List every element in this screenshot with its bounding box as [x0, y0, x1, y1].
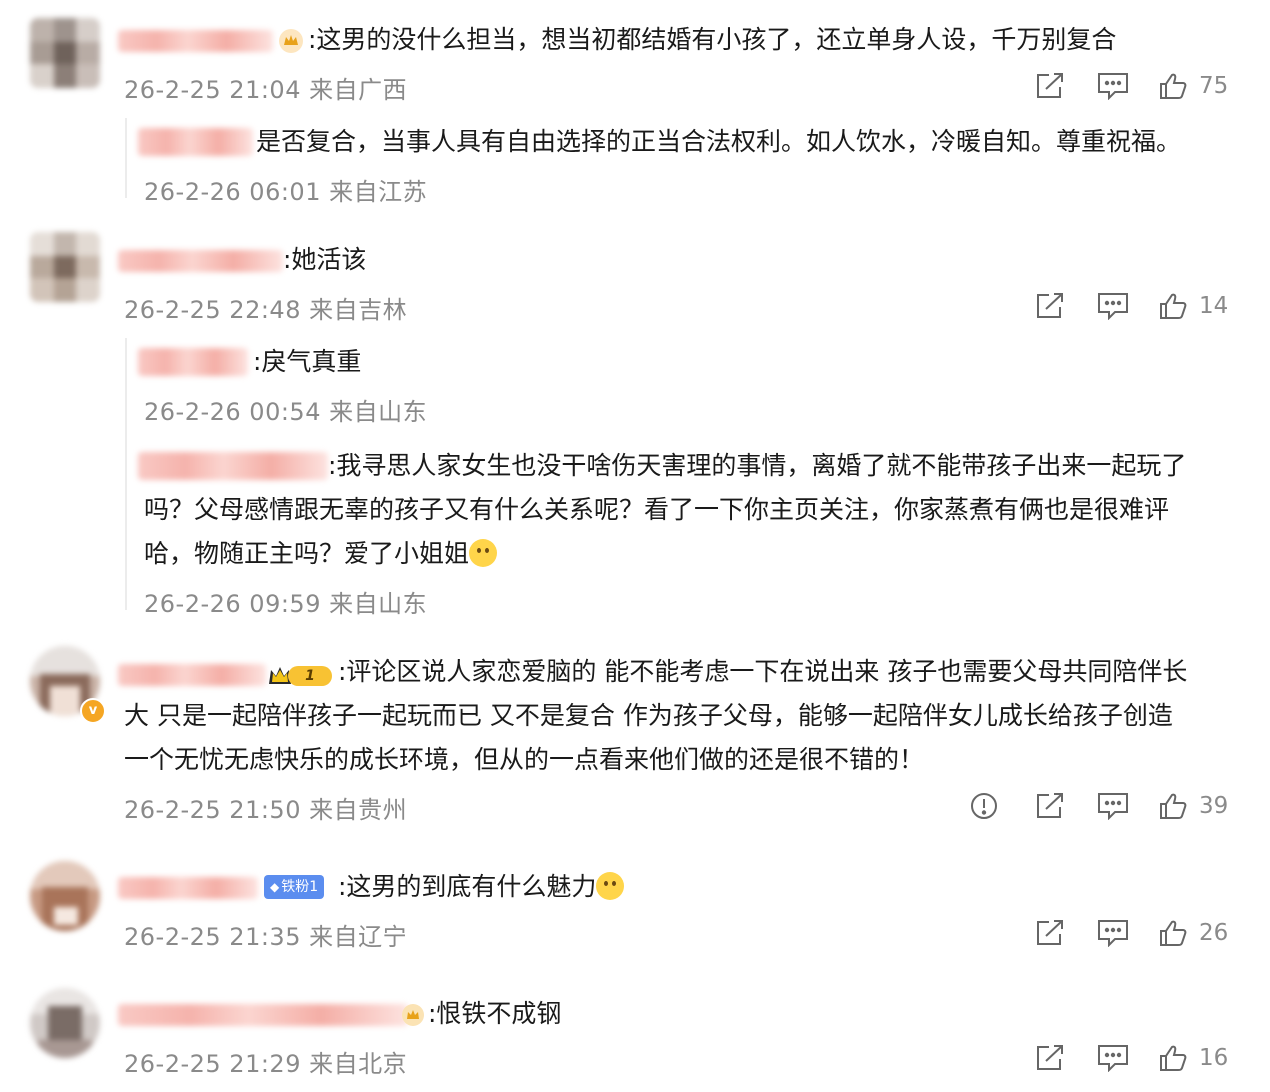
like-button[interactable]: 26 — [1159, 917, 1228, 949]
emoji-icon — [596, 872, 625, 900]
comment: :她活该 26-2-25 22:48 来自吉林 14 :戾气真重 26-2-26… — [0, 220, 1270, 620]
comment: v 1 :评论区说人家恋爱脑的 能不能考虑一下在说出来 孩子也需要父母共同陪伴长… — [0, 640, 1270, 840]
comment-icon — [1098, 1045, 1128, 1072]
like-button[interactable]: 39 — [1159, 790, 1228, 822]
comment-meta: 26-2-25 21:50 来自贵州 — [124, 796, 408, 824]
level-badge-chip: 1 — [288, 666, 332, 686]
share-button[interactable] — [1035, 917, 1065, 949]
share-icon — [1037, 1045, 1063, 1070]
share-button[interactable] — [1035, 70, 1065, 102]
comment-icon — [1098, 920, 1128, 947]
username-blurred[interactable] — [138, 452, 328, 480]
comment-text-line: :评论区说人家恋爱脑的 能不能考虑一下在说出来 孩子也需要父母共同陪伴长 — [338, 657, 1188, 686]
report-button[interactable] — [970, 790, 998, 822]
heart-icon: ◆ — [270, 880, 280, 894]
crown-icon — [402, 1004, 424, 1026]
comment-meta: 26-2-25 21:35 来自辽宁 — [124, 923, 408, 951]
comment-text-segment: :这男的到底有什么魅力 — [338, 872, 597, 901]
like-icon — [1160, 73, 1187, 99]
comment-actions: 26 — [1035, 917, 1240, 949]
reply-thread-line — [125, 338, 127, 610]
share-button[interactable] — [1035, 790, 1065, 822]
username-blurred[interactable] — [118, 877, 258, 899]
reply-meta: 26-2-26 09:59 来自山东 — [144, 590, 428, 618]
username-blurred[interactable] — [118, 30, 273, 52]
reply-thread-line — [125, 118, 127, 198]
like-count: 14 — [1199, 293, 1229, 319]
comment-meta: 26-2-25 21:04 来自广西 — [124, 76, 408, 104]
username-blurred[interactable] — [118, 664, 266, 686]
username-blurred[interactable] — [138, 128, 253, 156]
username-blurred[interactable] — [118, 250, 283, 272]
comment-icon — [1098, 793, 1128, 820]
comment-actions: 16 — [1035, 1042, 1240, 1074]
like-count: 26 — [1199, 920, 1229, 946]
avatar[interactable] — [30, 861, 100, 931]
share-icon — [1037, 793, 1063, 818]
like-button[interactable]: 14 — [1159, 290, 1228, 322]
fan-badge-label: 铁粉1 — [281, 879, 319, 895]
reply-meta: 26-2-26 00:54 来自山东 — [144, 398, 428, 426]
comment-text: :恨铁不成钢 — [428, 999, 562, 1028]
comment: :恨铁不成钢 26-2-25 21:29 来自北京 16 — [0, 982, 1270, 1092]
comment-actions: 14 — [1035, 290, 1240, 322]
reply-text-line: :我寻思人家女生也没干啥伤天害理的事情，离婚了就不能带孩子出来一起玩了 — [328, 451, 1187, 480]
comment-button[interactable] — [1097, 917, 1129, 949]
username-blurred[interactable] — [118, 1004, 408, 1026]
comment-text-line: 大 只是一起陪伴孩子一起玩而已 又不是复合 作为孩子父母，能够一起陪伴女儿成长给… — [124, 701, 1173, 730]
comment-actions: 39 — [970, 790, 1240, 822]
verified-badge: v — [80, 698, 106, 724]
reply-text-line: 吗？父母感情跟无辜的孩子又有什么关系呢？看了一下你主页关注，你家蒸煮有俩也是很难… — [144, 495, 1170, 524]
like-button[interactable]: 16 — [1159, 1042, 1228, 1074]
like-count: 75 — [1199, 73, 1229, 99]
emoji-icon — [469, 539, 498, 567]
comment-button[interactable] — [1097, 290, 1129, 322]
comment-text: :她活该 — [283, 245, 367, 274]
fan-badge: ◆ 铁粉1 — [264, 875, 325, 899]
reply-text-segment: 哈，物随正主吗？爱了小姐姐 — [144, 539, 470, 568]
share-button[interactable] — [1035, 290, 1065, 322]
share-icon — [1037, 293, 1063, 318]
username-blurred[interactable] — [138, 348, 248, 376]
like-icon — [1160, 293, 1187, 319]
comment-icon — [1098, 293, 1128, 320]
comment-actions: 75 — [1035, 70, 1240, 102]
comment-button[interactable] — [1097, 70, 1129, 102]
comment-button[interactable] — [1097, 790, 1129, 822]
comment-text: :这男的到底有什么魅力 — [338, 865, 625, 909]
avatar[interactable] — [30, 232, 100, 302]
reply-text: :戾气真重 — [253, 347, 362, 376]
like-icon — [1160, 920, 1187, 946]
comment-meta: 26-2-25 21:29 来自北京 — [124, 1050, 408, 1078]
comment: :这男的没什么担当，想当初都结婚有小孩了，还立单身人设，千万别复合 26-2-2… — [0, 0, 1270, 215]
comment: ◆ 铁粉1 :这男的到底有什么魅力 26-2-25 21:35 来自辽宁 26 — [0, 855, 1270, 965]
comment-text: :这男的没什么担当，想当初都结婚有小孩了，还立单身人设，千万别复合 — [308, 25, 1117, 54]
share-button[interactable] — [1035, 1042, 1065, 1074]
reply-meta: 26-2-26 06:01 来自江苏 — [144, 178, 428, 206]
avatar[interactable] — [30, 988, 100, 1058]
comment-text-line: 一个无忧无虑快乐的成长环境，但从的一点看来他们做的还是很不错的！ — [124, 745, 925, 774]
like-count: 39 — [1199, 793, 1229, 819]
crown-icon — [279, 29, 303, 53]
report-icon — [971, 793, 997, 819]
comment-button[interactable] — [1097, 1042, 1129, 1074]
like-count: 16 — [1199, 1045, 1229, 1071]
comment-meta: 26-2-25 22:48 来自吉林 — [124, 296, 408, 324]
like-icon — [1160, 793, 1187, 819]
avatar[interactable] — [30, 18, 100, 88]
reply-text: 是否复合，当事人具有自由选择的正当合法权利。如人饮水，冷暖自知。尊重祝福。 — [256, 127, 1182, 156]
level-badge: 1 — [266, 662, 334, 690]
share-icon — [1037, 920, 1063, 945]
like-button[interactable]: 75 — [1159, 70, 1228, 102]
reply-text-line: 哈，物随正主吗？爱了小姐姐 — [144, 532, 498, 576]
like-icon — [1160, 1045, 1187, 1071]
share-icon — [1037, 73, 1063, 98]
comment-icon — [1098, 73, 1128, 100]
